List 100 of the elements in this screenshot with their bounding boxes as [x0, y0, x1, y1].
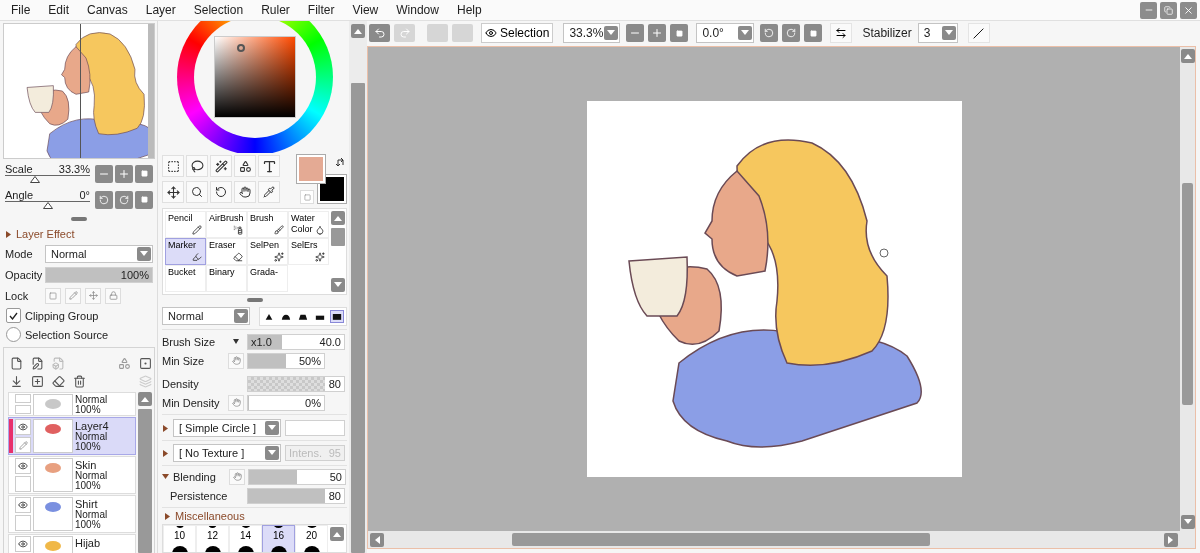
scroll-right-button[interactable]: [1164, 532, 1178, 547]
edit-toggle[interactable]: [15, 405, 31, 414]
edit-toggle[interactable]: [15, 476, 31, 492]
visibility-toggle[interactable]: [15, 536, 31, 552]
visibility-toggle[interactable]: [15, 394, 31, 403]
edit-toggle[interactable]: [15, 437, 31, 453]
lock-button[interactable]: [105, 287, 121, 304]
scroll-up-button[interactable]: [331, 211, 345, 225]
opacity-slider[interactable]: 100%: [45, 266, 153, 283]
transfer-down-icon[interactable]: [10, 374, 23, 388]
brush-shape-select[interactable]: [ Simple Circle ]: [173, 419, 281, 437]
brush-tool[interactable]: Eraser: [206, 238, 247, 265]
line-tool-button[interactable]: [967, 23, 990, 43]
miscellaneous-header[interactable]: Miscellaneous: [162, 510, 347, 522]
scroll-left-button[interactable]: [370, 532, 384, 547]
menu-item[interactable]: Window: [387, 3, 448, 17]
mask-icon[interactable]: [139, 356, 152, 370]
scrollbar-thumb[interactable]: [138, 409, 152, 553]
move-tool[interactable]: [162, 181, 184, 203]
checkbox[interactable]: [6, 308, 21, 323]
reset-button[interactable]: [135, 190, 153, 209]
shapes-icon[interactable]: [118, 356, 131, 370]
slider-track[interactable]: [5, 201, 90, 210]
shapes-tool[interactable]: [234, 155, 256, 177]
lasso-tool[interactable]: [186, 155, 208, 177]
menu-item[interactable]: Layer: [136, 3, 185, 17]
brush-tool[interactable]: SelErs: [288, 238, 329, 265]
brush-size-preset[interactable]: 14: [229, 525, 262, 552]
layer-row[interactable]: Shirt Normal 100%: [8, 495, 136, 533]
scroll-down-button[interactable]: [1180, 515, 1195, 529]
merge-icon[interactable]: [31, 374, 44, 388]
brush-mode-select[interactable]: Normal: [162, 307, 250, 325]
brush-tool[interactable]: Binary: [206, 265, 247, 292]
layer-row[interactable]: Normal 100%: [8, 392, 136, 416]
resize-handle[interactable]: [246, 298, 263, 302]
scrollbar[interactable]: [148, 24, 154, 158]
expand-caret-icon[interactable]: [162, 473, 169, 480]
new-layer-icon[interactable]: [10, 356, 23, 370]
menu-item[interactable]: Selection: [184, 3, 253, 17]
layer-effect-header[interactable]: Layer Effect: [3, 225, 155, 243]
slider-thumb[interactable]: [29, 176, 40, 183]
zoom-in-button[interactable]: [115, 164, 133, 183]
edit-toggle[interactable]: [15, 515, 31, 531]
pressure-toggle[interactable]: [228, 394, 244, 411]
menu-item[interactable]: View: [343, 3, 388, 17]
selection-view-toggle[interactable]: Selection: [481, 23, 554, 43]
visibility-toggle[interactable]: [15, 419, 31, 435]
layer-row[interactable]: Layer4 Normal 100%: [8, 417, 136, 455]
restore-button[interactable]: [1160, 1, 1177, 19]
dropdown-button[interactable]: [941, 26, 956, 40]
brush-tool[interactable]: AirBrush: [206, 211, 247, 238]
pressure-toggle[interactable]: [229, 468, 245, 485]
brush-tool[interactable]: Brush: [247, 211, 288, 238]
layer-row[interactable]: Hijab: [8, 534, 136, 553]
flip-button[interactable]: [830, 23, 853, 43]
undo-button[interactable]: [369, 24, 390, 42]
reset-colors-button[interactable]: [300, 190, 314, 204]
scroll-up-button[interactable]: [138, 392, 152, 406]
persistence-slider[interactable]: 80: [247, 487, 345, 504]
trash-icon[interactable]: [73, 374, 86, 388]
dropdown-button[interactable]: [265, 421, 279, 435]
text-tool[interactable]: [258, 155, 280, 177]
scroll-down-button[interactable]: [331, 278, 345, 292]
brush-tool[interactable]: Pencil: [165, 211, 206, 238]
close-button[interactable]: [1180, 1, 1197, 19]
expand-caret-icon[interactable]: [162, 424, 169, 432]
angle-select[interactable]: 0.0°: [696, 23, 755, 43]
radio-button[interactable]: [6, 327, 21, 342]
brush-shape-button[interactable]: [330, 309, 344, 323]
layer-row[interactable]: Skin Normal 100%: [8, 456, 136, 494]
parameter-slider[interactable]: 0%: [247, 394, 325, 411]
zoom-tool[interactable]: [186, 181, 208, 203]
rotate-right-button[interactable]: [115, 190, 133, 209]
reset-button[interactable]: [804, 24, 823, 42]
menu-item[interactable]: Filter: [298, 3, 344, 17]
dropdown-button[interactable]: [738, 26, 753, 40]
dropdown-button[interactable]: [265, 446, 279, 460]
brush-tool[interactable]: Bucket: [165, 265, 206, 292]
new-linework-layer-icon[interactable]: [31, 356, 44, 370]
menu-item[interactable]: File: [2, 3, 40, 17]
eyedropper-tool[interactable]: [258, 181, 280, 203]
menu-item[interactable]: Help: [447, 3, 491, 17]
zoom-in-button[interactable]: [648, 24, 667, 42]
navigator-preview[interactable]: [3, 23, 155, 159]
reset-button[interactable]: [135, 164, 153, 183]
brush-tool[interactable]: SelPen: [247, 238, 288, 265]
scrollbar-thumb[interactable]: [512, 533, 930, 546]
reset-button[interactable]: [670, 24, 689, 42]
rotate-left-button[interactable]: [760, 24, 779, 42]
stabilizer-select[interactable]: 3: [917, 23, 958, 43]
brush-tool[interactable]: Marker: [165, 238, 206, 265]
dropdown-button[interactable]: [137, 246, 151, 261]
slider-track[interactable]: [5, 175, 90, 184]
scrollbar-thumb[interactable]: [331, 228, 345, 246]
rotate-right-button[interactable]: [782, 24, 801, 42]
shape-field[interactable]: [285, 420, 345, 436]
scrollbar-thumb[interactable]: [351, 83, 365, 553]
dropdown-button[interactable]: [604, 26, 619, 40]
canvas-paper[interactable]: [586, 101, 962, 477]
lock-move-button[interactable]: [85, 287, 101, 304]
